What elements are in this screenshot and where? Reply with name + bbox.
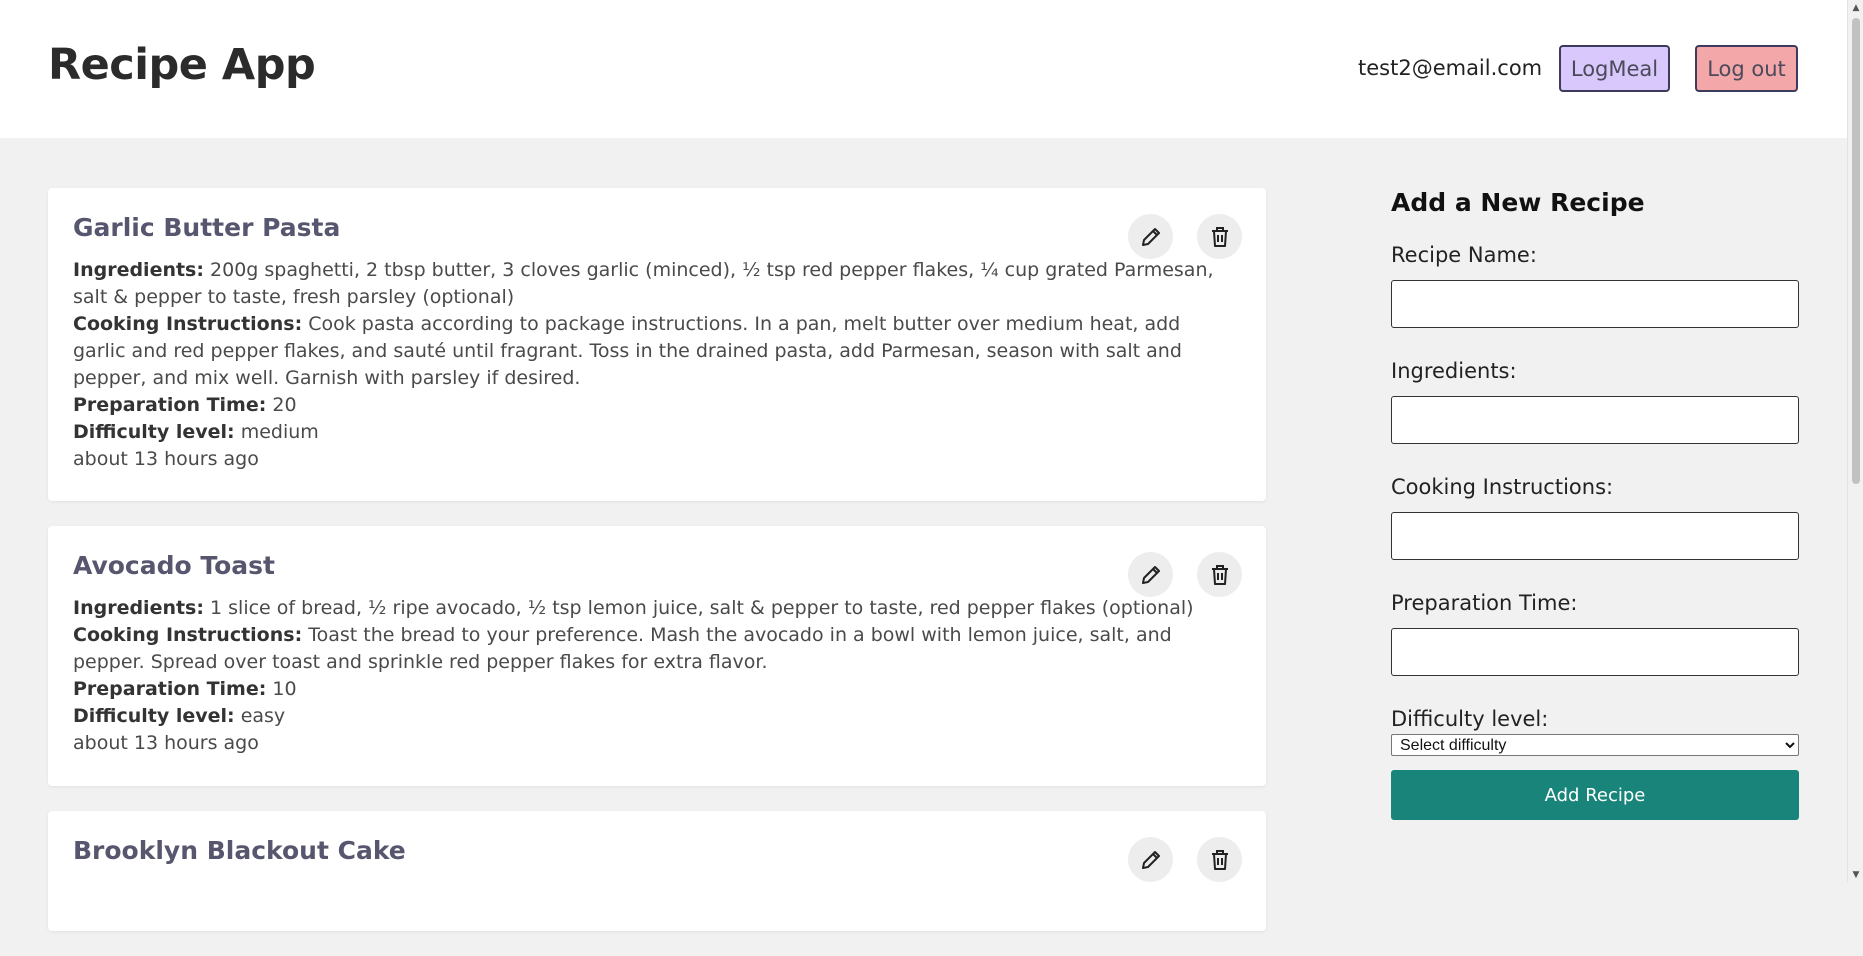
edit-recipe-button[interactable] (1128, 552, 1173, 597)
recipe-timestamp: about 13 hours ago (73, 732, 259, 754)
pencil-icon (1141, 850, 1160, 869)
form-title: Add a New Recipe (1391, 188, 1645, 217)
prep-time-input[interactable] (1391, 628, 1799, 676)
prep-time-value: 20 (272, 394, 297, 416)
recipe-instructions: Cooking Instructions: Toast the bread to… (73, 622, 1241, 676)
recipe-actions (1128, 552, 1242, 597)
recipe-list: Garlic Butter Pasta Ingredients: 200g sp… (48, 188, 1266, 956)
pencil-icon (1141, 227, 1160, 246)
delete-recipe-button[interactable] (1197, 837, 1242, 882)
difficulty-select[interactable]: Select difficulty (1391, 734, 1799, 756)
difficulty-label: Difficulty level: (73, 421, 235, 443)
recipe-difficulty: Difficulty level: medium (73, 419, 1241, 446)
prep-time-label: Preparation Time: (73, 678, 267, 700)
recipe-difficulty: Difficulty level: easy (73, 703, 1241, 730)
recipe-title: Brooklyn Blackout Cake (73, 836, 406, 865)
trash-icon (1211, 226, 1228, 247)
page-scrollbar[interactable]: ▲ ▼ (1847, 0, 1863, 883)
prep-time-field-label: Preparation Time: (1391, 591, 1578, 615)
pencil-icon (1141, 565, 1160, 584)
logout-button[interactable]: Log out (1695, 45, 1798, 92)
edit-recipe-button[interactable] (1128, 214, 1173, 259)
difficulty-value: easy (240, 705, 286, 727)
trash-icon (1211, 849, 1228, 870)
difficulty-label: Difficulty level: (73, 705, 235, 727)
recipe-instructions: Cooking Instructions: Cook pasta accordi… (73, 311, 1241, 392)
recipe-card: Garlic Butter Pasta Ingredients: 200g sp… (48, 188, 1266, 501)
logmeal-button[interactable]: LogMeal (1559, 45, 1670, 92)
ingredients-value: 1 slice of bread, ½ ripe avocado, ½ tsp … (210, 597, 1194, 619)
recipe-ingredients: Ingredients: 200g spaghetti, 2 tbsp butt… (73, 257, 1241, 311)
recipe-title: Garlic Butter Pasta (73, 213, 341, 242)
user-email: test2@email.com (1358, 56, 1543, 80)
ingredients-label: Ingredients: (73, 259, 204, 281)
scrollbar-thumb[interactable] (1852, 18, 1860, 484)
recipe-prep-time: Preparation Time: 10 (73, 676, 1241, 703)
instructions-input[interactable] (1391, 512, 1799, 560)
difficulty-value: medium (240, 421, 319, 443)
instructions-field-label: Cooking Instructions: (1391, 475, 1614, 499)
recipe-actions (1128, 214, 1242, 259)
ingredients-input[interactable] (1391, 396, 1799, 444)
ingredients-value: 200g spaghetti, 2 tbsp butter, 3 cloves … (73, 259, 1214, 308)
edit-recipe-button[interactable] (1128, 837, 1173, 882)
difficulty-field-label: Difficulty level: (1391, 707, 1549, 731)
recipe-actions (1128, 837, 1242, 882)
recipe-prep-time: Preparation Time: 20 (73, 392, 1241, 419)
add-recipe-form: Add a New Recipe Recipe Name: Ingredient… (1391, 186, 1799, 820)
delete-recipe-button[interactable] (1197, 214, 1242, 259)
recipe-name-label: Recipe Name: (1391, 243, 1537, 267)
add-recipe-button[interactable]: Add Recipe (1391, 770, 1799, 820)
recipe-card: Brooklyn Blackout Cake (48, 811, 1266, 931)
scroll-up-arrow-icon[interactable]: ▲ (1848, 0, 1863, 16)
recipe-name-input[interactable] (1391, 280, 1799, 328)
instructions-label: Cooking Instructions: (73, 313, 303, 335)
recipe-ingredients: Ingredients: 1 slice of bread, ½ ripe av… (73, 595, 1241, 622)
scroll-down-arrow-icon[interactable]: ▼ (1848, 867, 1863, 883)
prep-time-value: 10 (272, 678, 297, 700)
delete-recipe-button[interactable] (1197, 552, 1242, 597)
ingredients-label: Ingredients: (73, 597, 204, 619)
recipe-card: Avocado Toast Ingredients: 1 slice of br… (48, 526, 1266, 786)
app-header: Recipe App test2@email.com LogMeal Log o… (0, 0, 1847, 138)
prep-time-label: Preparation Time: (73, 394, 267, 416)
recipe-title: Avocado Toast (73, 551, 276, 580)
trash-icon (1211, 564, 1228, 585)
instructions-label: Cooking Instructions: (73, 624, 303, 646)
recipe-timestamp: about 13 hours ago (73, 448, 259, 470)
app-title: Recipe App (48, 40, 316, 90)
ingredients-field-label: Ingredients: (1391, 359, 1517, 383)
